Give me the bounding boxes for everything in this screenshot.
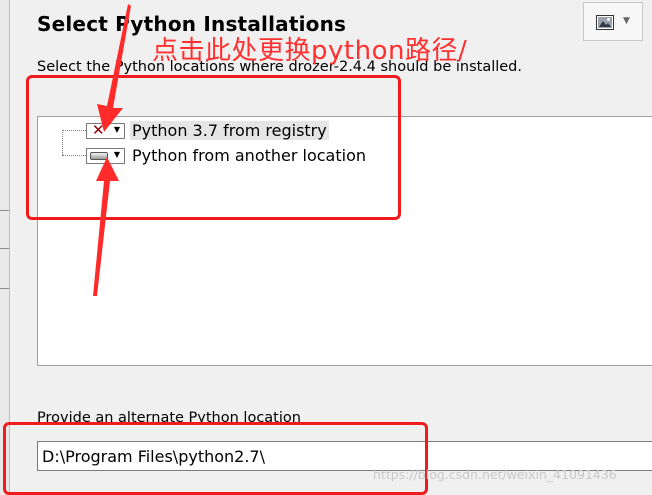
python-installations-tree[interactable]: ✕ ▼ Python 3.7 from registry ▼ Python fr…: [37, 116, 652, 366]
tree-item-label[interactable]: Python 3.7 from registry: [130, 121, 329, 140]
image-button[interactable]: ▼: [583, 2, 643, 41]
drive-icon: [90, 152, 108, 160]
left-window-edge: [0, 0, 10, 495]
x-icon: ✕: [92, 121, 105, 139]
chevron-down-icon: ▼: [623, 16, 630, 26]
alternate-location-label: Provide an alternate Python location: [37, 410, 301, 426]
tree-item-state-dropdown[interactable]: ▼: [86, 148, 125, 164]
tree-connector: [62, 130, 86, 131]
edge-divider: [0, 210, 9, 211]
tree-item-state-dropdown[interactable]: ✕ ▼: [86, 121, 125, 139]
chevron-down-icon: ▼: [113, 150, 120, 159]
chevron-down-icon: ▼: [113, 125, 120, 134]
edge-divider: [0, 248, 9, 249]
tree-connector: [62, 130, 63, 155]
watermark: https://blog.csdn.net/weixin_41091436: [373, 467, 617, 482]
annotation-text: 点击此处更换python路径/: [152, 36, 468, 66]
tree-item-label[interactable]: Python from another location: [130, 146, 368, 165]
edge-divider: [0, 288, 9, 289]
tree-connector: [62, 155, 86, 156]
image-icon: [596, 15, 614, 30]
